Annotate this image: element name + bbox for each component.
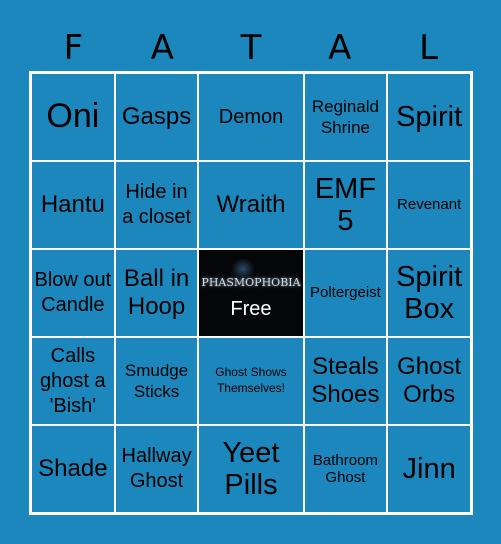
header-letter: L [419, 28, 439, 68]
bingo-cell[interactable]: Bathroom Ghost [303, 425, 388, 513]
bingo-cell[interactable]: Ghost Orbs [387, 337, 471, 425]
bingo-cell[interactable]: Jinn [387, 425, 471, 513]
header-letter: T [240, 28, 262, 68]
bingo-cell[interactable]: Gasps [114, 73, 199, 161]
bingo-cell[interactable]: Spirit Box [387, 249, 471, 337]
bingo-cell[interactable]: Spirit [387, 73, 471, 161]
bingo-grid: Oni Gasps Demon Reginald Shrine Spirit H… [29, 71, 473, 515]
ghost-glow-image [231, 258, 256, 280]
bingo-cell[interactable]: Reginald Shrine [303, 73, 388, 161]
bingo-cell[interactable]: Ghost Shows Themselves! [198, 337, 304, 425]
bingo-cell[interactable]: Hide in a closet [114, 161, 199, 249]
bingo-cell[interactable]: Hantu [31, 161, 115, 249]
bingo-cell[interactable]: EMF 5 [303, 161, 388, 249]
bingo-cell[interactable]: Revenant [387, 161, 471, 249]
bingo-cell[interactable]: Poltergeist [303, 249, 388, 337]
bingo-cell[interactable]: Wraith [198, 161, 304, 249]
header-letter: A [328, 28, 352, 68]
header-letter: A [150, 28, 174, 68]
bingo-cell[interactable]: Ball in Hoop [114, 249, 199, 337]
bingo-cell[interactable]: Blow out Candle [31, 249, 115, 337]
bingo-cell[interactable]: Yeet Pills [198, 425, 304, 513]
header-letter: F [63, 28, 84, 68]
free-cell[interactable]: PHASMOPHOBIA Free [198, 249, 304, 337]
bingo-cell[interactable]: Shade [31, 425, 115, 513]
bingo-cell[interactable]: Hallway Ghost [114, 425, 199, 513]
bingo-cell[interactable]: Oni [31, 73, 115, 161]
bingo-cell[interactable]: Smudge Sticks [114, 337, 199, 425]
bingo-cell[interactable]: Calls ghost a 'Bish' [31, 337, 115, 425]
bingo-cell[interactable]: Demon [198, 73, 304, 161]
bingo-header: F A T A L [29, 28, 473, 68]
bingo-cell[interactable]: Steals Shoes [303, 337, 388, 425]
free-label: Free [230, 297, 272, 320]
